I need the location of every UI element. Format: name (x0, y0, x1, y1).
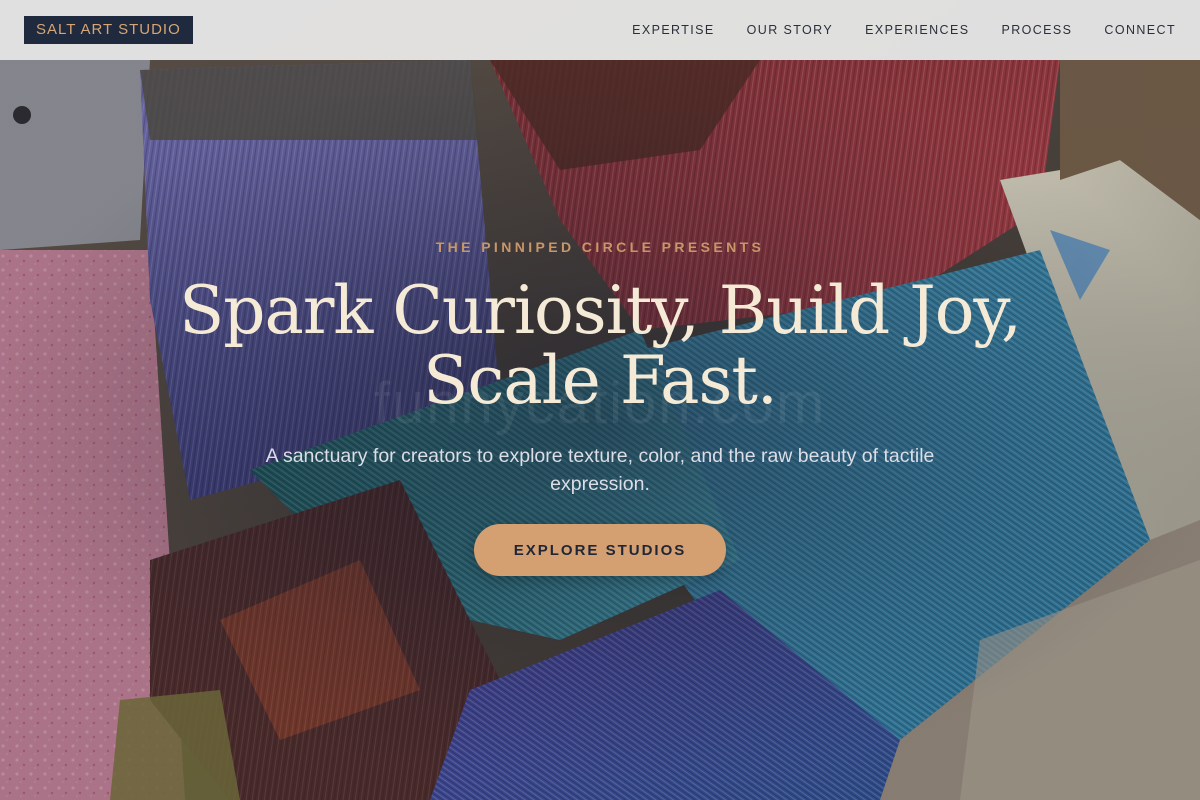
hero-headline: Spark Curiosity, Build Joy, Scale Fast. (100, 276, 1100, 416)
hero-subtitle: A sanctuary for creators to explore text… (265, 445, 935, 495)
landing-page: SALT ART STUDIO EXPERTISE OUR STORY EXPE… (0, 0, 1200, 800)
hero-section: funnycation.com THE PINNIPED CIRCLE PRES… (0, 0, 1200, 800)
hero-headline-line-2: Scale Fast. (423, 342, 778, 419)
explore-studios-button[interactable]: EXPLORE STUDIOS (474, 524, 726, 576)
hero-headline-line-1: Spark Curiosity, Build Joy, (179, 272, 1022, 349)
hero-eyebrow: THE PINNIPED CIRCLE PRESENTS (435, 239, 765, 255)
